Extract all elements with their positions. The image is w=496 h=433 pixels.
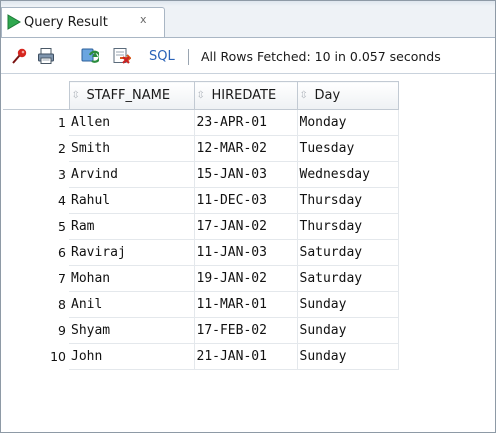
row-number-header (3, 81, 70, 110)
cell-staff-name[interactable]: Shyam (69, 317, 195, 344)
cell-hiredate[interactable]: 11-JAN-03 (194, 239, 298, 266)
fetch-status: All Rows Fetched: 10 in 0.057 seconds (201, 49, 441, 64)
table-row[interactable]: 10 John 21-JAN-01 Sunday (3, 343, 399, 370)
column-header-day[interactable]: ⇳ Day (296, 81, 399, 110)
row-number: 6 (58, 245, 66, 260)
cell-day[interactable]: Tuesday (297, 135, 399, 162)
cell-day[interactable]: Thursday (297, 213, 399, 240)
cell-staff-name[interactable]: Anil (69, 291, 195, 318)
sort-icon: ⇳ (71, 90, 80, 101)
column-header-staff-name[interactable]: ⇳ STAFF_NAME (68, 81, 195, 110)
row-number: 10 (50, 349, 66, 364)
row-number: 2 (58, 141, 66, 156)
tab-query-result[interactable]: Query Result x (1, 7, 165, 37)
refresh-icon[interactable] (81, 47, 99, 65)
query-result-panel: Query Result x SQL All Rows Fetched: 10 … (0, 0, 496, 433)
cell-day[interactable]: Monday (297, 109, 399, 136)
cell-hiredate[interactable]: 21-JAN-01 (194, 343, 298, 370)
results-grid[interactable]: ⇳ STAFF_NAME ⇳ HIREDATE ⇳ Day 1 Allen 23-AP… (3, 81, 493, 431)
cell-day[interactable]: Sunday (297, 343, 399, 370)
row-number: 9 (58, 323, 66, 338)
cell-day[interactable]: Sunday (297, 291, 399, 318)
cell-hiredate[interactable]: 23-APR-01 (194, 109, 298, 136)
cell-hiredate[interactable]: 17-FEB-02 (194, 317, 298, 344)
sort-icon: ⇳ (299, 90, 308, 101)
cell-staff-name[interactable]: Rahul (69, 187, 195, 214)
column-header-hiredate[interactable]: ⇳ HIREDATE (193, 81, 298, 110)
tab-bar: Query Result x (1, 1, 495, 37)
table-row[interactable]: 8 Anil 11-MAR-01 Sunday (3, 291, 399, 318)
cell-staff-name[interactable]: Smith (69, 135, 195, 162)
table-row[interactable]: 3 Arvind 15-JAN-03 Wednesday (3, 161, 399, 188)
table-row[interactable]: 4 Rahul 11-DEC-03 Thursday (3, 187, 399, 214)
cell-staff-name[interactable]: John (69, 343, 195, 370)
cell-staff-name[interactable]: Allen (69, 109, 195, 136)
sort-icon: ⇳ (196, 90, 205, 101)
row-number: 5 (58, 219, 66, 234)
cell-staff-name[interactable]: Raviraj (69, 239, 195, 266)
table-row[interactable]: 2 Smith 12-MAR-02 Tuesday (3, 135, 399, 162)
row-number: 8 (58, 297, 66, 312)
cell-hiredate[interactable]: 11-MAR-01 (194, 291, 298, 318)
row-number: 1 (58, 115, 66, 131)
sql-link[interactable]: SQL (149, 49, 175, 64)
cell-day[interactable]: Sunday (297, 317, 399, 344)
export-icon[interactable] (113, 47, 131, 65)
tab-bar-stripe (1, 1, 495, 6)
pin-icon[interactable] (11, 47, 29, 65)
column-header-label: HIREDATE (211, 88, 277, 103)
cell-hiredate[interactable]: 19-JAN-02 (194, 265, 298, 292)
row-number: 4 (58, 193, 66, 208)
run-icon (7, 14, 21, 30)
result-toolbar: SQL All Rows Fetched: 10 in 0.057 second… (1, 37, 495, 74)
toolbar-separator (188, 49, 189, 65)
print-icon[interactable] (37, 47, 55, 65)
cell-hiredate[interactable]: 17-JAN-02 (194, 213, 298, 240)
tab-title: Query Result (24, 15, 108, 30)
cell-hiredate[interactable]: 12-MAR-02 (194, 135, 298, 162)
cell-day[interactable]: Wednesday (297, 161, 399, 188)
row-number: 7 (58, 271, 66, 286)
cell-day[interactable]: Saturday (297, 239, 399, 266)
results-table: ⇳ STAFF_NAME ⇳ HIREDATE ⇳ Day 1 Allen 23-AP… (3, 81, 399, 370)
table-row[interactable]: 9 Shyam 17-FEB-02 Sunday (3, 317, 399, 344)
table-row[interactable]: 1 Allen 23-APR-01 Monday (3, 109, 399, 136)
cell-day[interactable]: Thursday (297, 187, 399, 214)
column-header-label: Day (314, 88, 341, 103)
cell-staff-name[interactable]: Arvind (69, 161, 195, 188)
cell-staff-name[interactable]: Mohan (69, 265, 195, 292)
cell-hiredate[interactable]: 11-DEC-03 (194, 187, 298, 214)
cell-hiredate[interactable]: 15-JAN-03 (194, 161, 298, 188)
column-header-label: STAFF_NAME (86, 88, 171, 103)
tab-close-icon[interactable]: x (140, 13, 147, 26)
table-row[interactable]: 7 Mohan 19-JAN-02 Saturday (3, 265, 399, 292)
cell-day[interactable]: Saturday (297, 265, 399, 292)
cell-staff-name[interactable]: Ram (69, 213, 195, 240)
row-number: 3 (58, 167, 66, 182)
table-row[interactable]: 5 Ram 17-JAN-02 Thursday (3, 213, 399, 240)
table-row[interactable]: 6 Raviraj 11-JAN-03 Saturday (3, 239, 399, 266)
